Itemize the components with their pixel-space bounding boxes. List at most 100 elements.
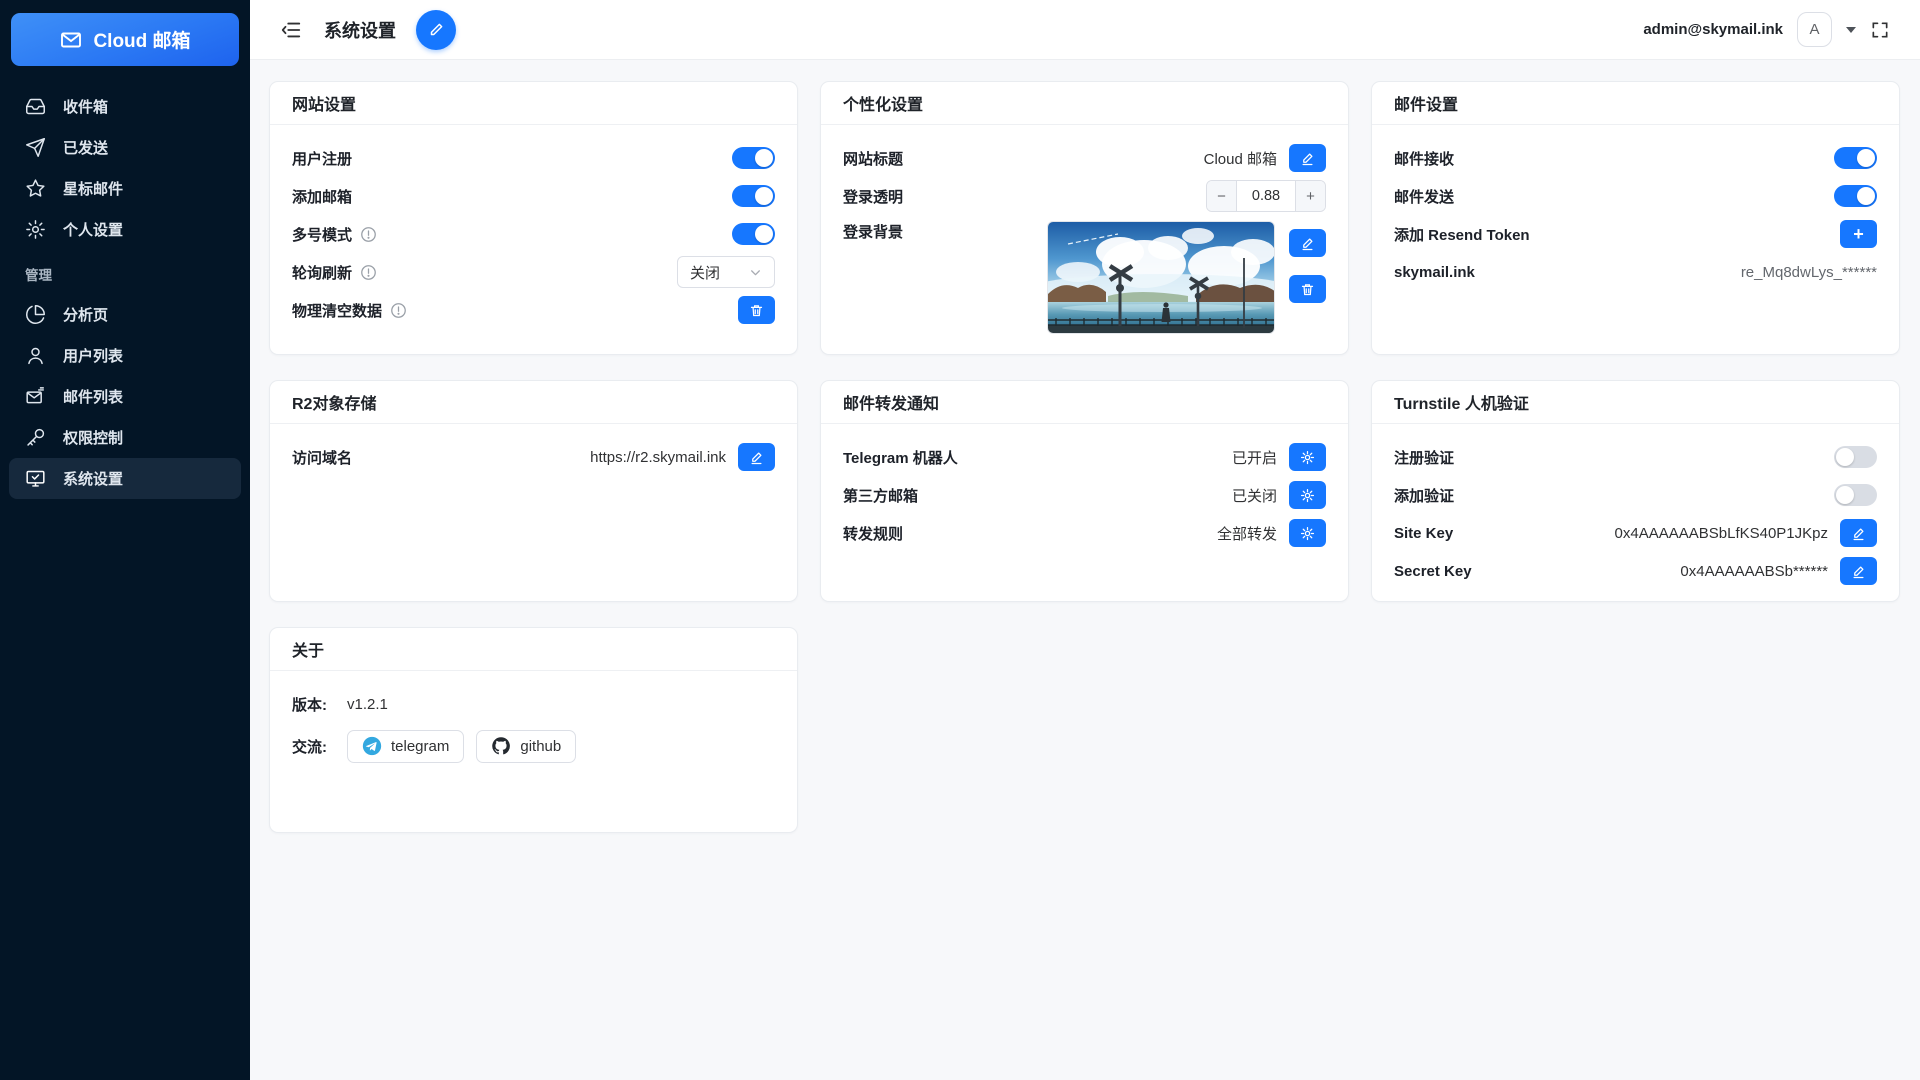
main-content: 网站设置 用户注册 添加邮箱 多号模式 [250,60,1920,1080]
card-title: Turnstile 人机验证 [1372,381,1899,424]
chevron-down-icon [749,266,762,279]
opacity-plus-button[interactable]: + [1295,181,1325,211]
row-email-send: 邮件发送 [1394,177,1877,215]
chevron-down-icon[interactable] [1846,27,1856,33]
mail-logo-icon [59,28,83,52]
sidebar-item-system-settings[interactable]: 系统设置 [9,458,241,499]
trash-icon [749,303,764,318]
sidebar-item-label: 权限控制 [63,427,123,448]
email-receive-toggle[interactable] [1834,147,1877,169]
sidebar-section-label: 管理 [9,250,241,294]
sidebar-item-label: 收件箱 [63,96,108,117]
pie-chart-icon [25,304,46,325]
sidebar-item-personal-settings[interactable]: 个人设置 [9,209,241,250]
login-background-image[interactable] [1047,221,1275,334]
purge-data-button[interactable] [738,296,775,324]
register-verify-toggle[interactable] [1834,446,1877,468]
forward-rule-settings-button[interactable] [1289,519,1326,547]
edit-icon [1300,151,1315,166]
card-title: 关于 [270,628,797,671]
github-link-button[interactable]: github [476,730,576,763]
delete-background-button[interactable] [1289,275,1326,303]
app-logo-label: Cloud 邮箱 [93,26,190,53]
row-label: 注册验证 [1394,447,1454,468]
fullscreen-icon[interactable] [1870,20,1890,40]
row-label: Telegram 机器人 [843,447,958,468]
sidebar-item-permissions[interactable]: 权限控制 [9,417,241,458]
card-about: 关于 版本: v1.2.1 交流: telegram [269,627,798,833]
telegram-link-button[interactable]: telegram [347,730,464,763]
row-add-resend-token: 添加 Resend Token + [1394,215,1877,253]
edit-site-title-button[interactable] [1289,144,1326,172]
row-label: skymail.ink [1394,264,1475,281]
row-version: 版本: v1.2.1 [292,685,775,723]
sidebar-item-users[interactable]: 用户列表 [9,335,241,376]
card-title: 邮件设置 [1372,82,1899,125]
row-polling: 轮询刷新 关闭 [292,253,775,291]
sidebar-item-inbox[interactable]: 收件箱 [9,86,241,127]
secret-key-value: 0x4AAAAAABSb****** [1680,563,1828,580]
sidebar-item-label: 个人设置 [63,219,123,240]
edit-background-button[interactable] [1289,229,1326,257]
third-party-settings-button[interactable] [1289,481,1326,509]
row-contact: 交流: telegram [292,723,775,769]
sidebar-item-mail-list[interactable]: 邮件列表 [9,376,241,417]
edit-title-button[interactable] [416,10,456,50]
row-label: 多号模式 [292,224,352,245]
app-root: Cloud 邮箱 收件箱 已发送 [0,0,1920,1080]
user-register-toggle[interactable] [732,147,775,169]
row-resend-token: skymail.ink re_Mq8dwLys_****** [1394,253,1877,291]
add-verify-toggle[interactable] [1834,484,1877,506]
add-mailbox-toggle[interactable] [732,185,775,207]
multi-account-toggle[interactable] [732,223,775,245]
row-site-title: 网站标题 Cloud 邮箱 [843,139,1326,177]
edit-access-domain-button[interactable] [738,443,775,471]
github-link-label: github [520,738,561,755]
email-send-toggle[interactable] [1834,185,1877,207]
app-logo[interactable]: Cloud 邮箱 [11,13,239,66]
edit-icon [749,450,764,465]
row-login-opacity: 登录透明 − 0.88 + [843,177,1326,215]
avatar[interactable]: A [1797,12,1832,47]
site-key-value: 0x4AAAAAABSbLfKS40P1JKpz [1615,525,1828,542]
polling-select[interactable]: 关闭 [677,256,775,288]
inbox-icon [25,96,46,117]
card-title: R2对象存储 [270,381,797,424]
avatar-letter: A [1809,21,1819,38]
row-label: 用户注册 [292,148,352,169]
info-icon [360,226,377,243]
row-label: 邮件接收 [1394,148,1454,169]
sidebar-item-starred[interactable]: 星标邮件 [9,168,241,209]
sidebar-item-label: 用户列表 [63,345,123,366]
row-telegram-bot: Telegram 机器人 已开启 [843,438,1326,476]
card-title: 网站设置 [270,82,797,125]
telegram-bot-settings-button[interactable] [1289,443,1326,471]
card-title: 邮件转发通知 [821,381,1348,424]
edit-site-key-button[interactable] [1840,519,1877,547]
opacity-minus-button[interactable]: − [1207,181,1237,211]
gear-icon [1300,526,1315,541]
opacity-stepper: − 0.88 + [1206,180,1326,212]
row-label: 第三方邮箱 [843,485,918,506]
sidebar-item-label: 邮件列表 [63,386,123,407]
add-resend-token-button[interactable]: + [1840,220,1877,248]
row-label: 转发规则 [843,523,903,544]
row-label: 网站标题 [843,148,903,169]
star-icon [25,178,46,199]
key-icon [25,427,46,448]
edit-secret-key-button[interactable] [1840,557,1877,585]
row-user-register: 用户注册 [292,139,775,177]
row-label: 交流: [292,736,327,757]
sidebar-item-sent[interactable]: 已发送 [9,127,241,168]
row-purge-data: 物理清空数据 [292,291,775,329]
sidebar-item-analytics[interactable]: 分析页 [9,294,241,335]
row-label: 访问域名 [292,447,352,468]
card-r2-storage: R2对象存储 访问域名 https://r2.skymail.ink [269,380,798,602]
opacity-value[interactable]: 0.88 [1237,181,1295,211]
collapse-sidebar-icon[interactable] [280,19,302,41]
card-site-settings: 网站设置 用户注册 添加邮箱 多号模式 [269,81,798,355]
row-label: 邮件发送 [1394,186,1454,207]
forward-rule-status: 全部转发 [1217,523,1277,544]
card-title: 个性化设置 [821,82,1348,125]
row-secret-key: Secret Key 0x4AAAAAABSb****** [1394,552,1877,590]
